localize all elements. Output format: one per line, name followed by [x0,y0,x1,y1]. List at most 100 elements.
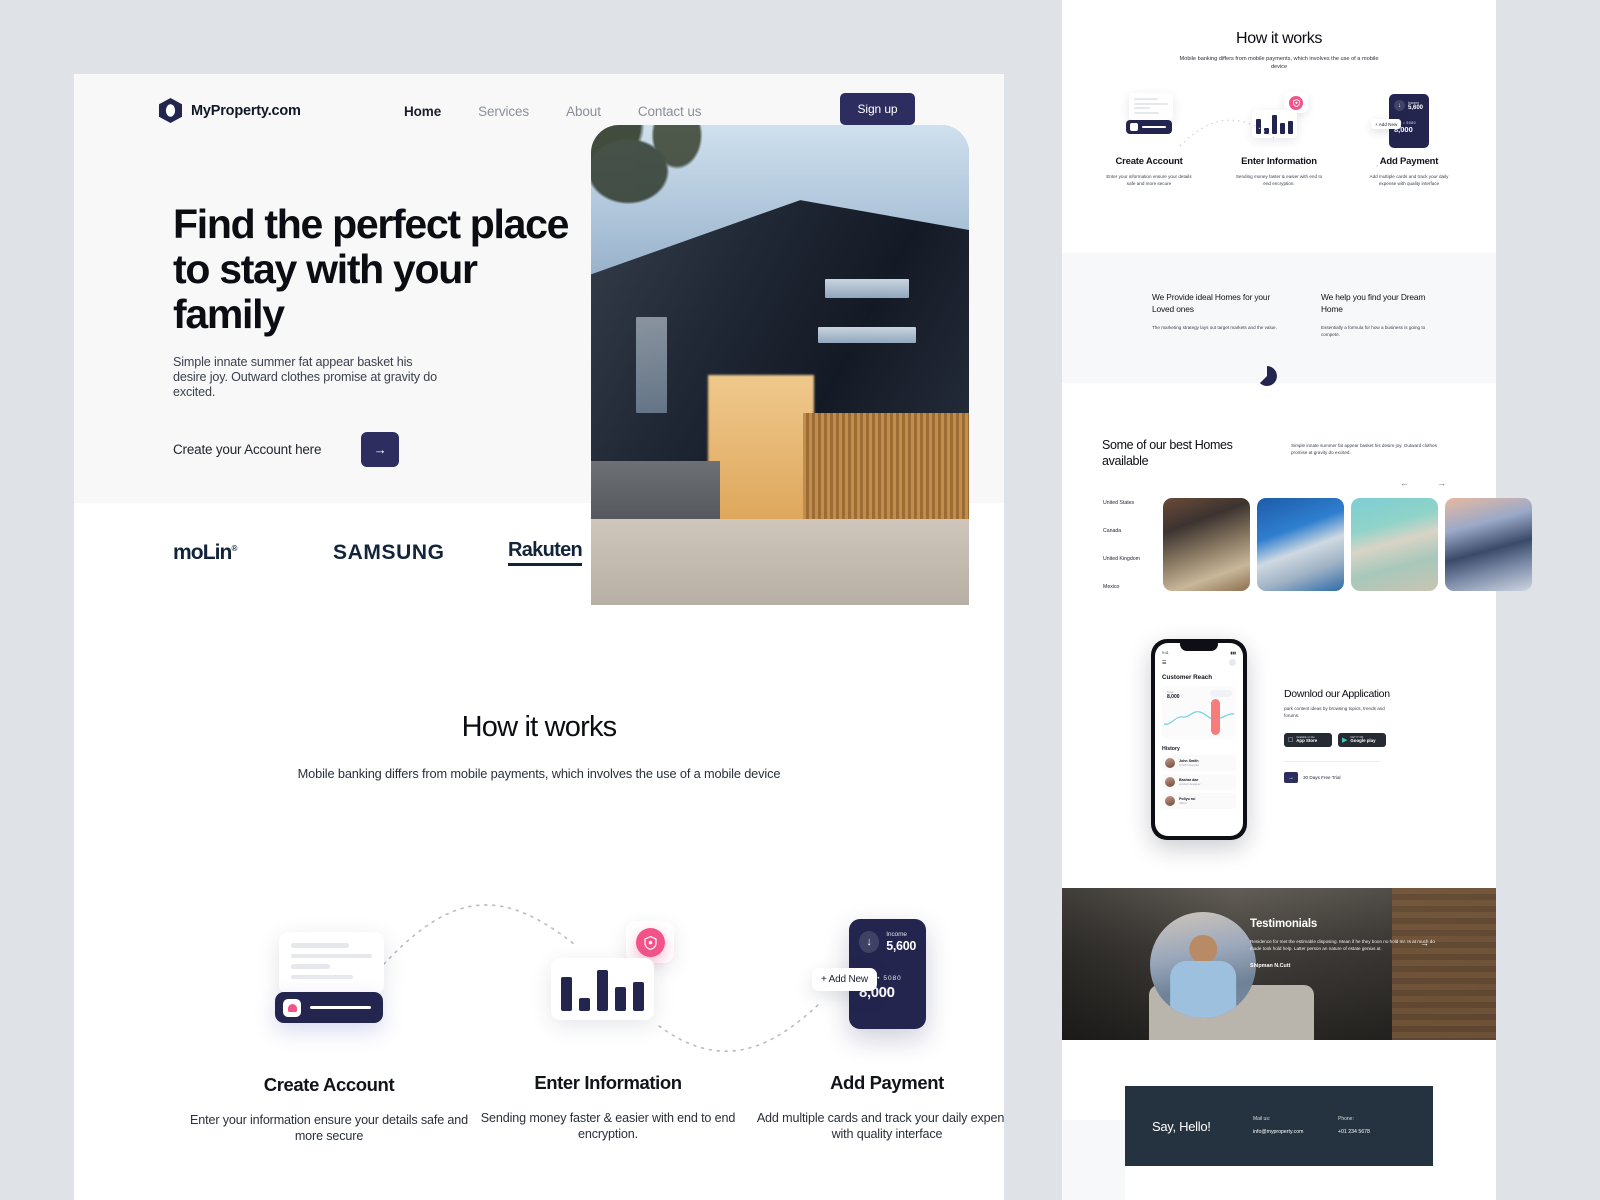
footer-greeting: Say, Hello! [1152,1119,1211,1134]
preview-provide-right-desc: Essentially a formula for how a business… [1321,325,1426,337]
footer-phone-value[interactable]: +01 234 5678 [1338,1129,1370,1135]
brand-logo[interactable]: MyProperty.com [159,98,301,123]
how-it-works-subtitle: Mobile banking differs from mobile payme… [297,766,781,781]
testimonial-content: Testimonials Residence for met the estim… [1250,918,1440,969]
phone-history-row[interactable]: Bashar dae product designer [1162,774,1236,790]
preview-provide-right-title: We help you find your Dream Home [1321,292,1426,314]
nav-item-services[interactable]: Services [478,104,529,119]
how-it-works-steps: Create Account Enter your information en… [74,834,1004,1174]
testimonial-next-icon[interactable]: → [1420,938,1429,948]
how-it-works-title: How it works [461,711,618,743]
preview-step-title: Create Account [1115,156,1183,167]
free-trial-label: 30 Days Free Trial [1303,775,1341,781]
avatar [1165,796,1175,806]
hero-property-image [591,125,969,605]
sign-up-button[interactable]: Sign up [840,93,915,125]
page-title: Find the perfect place to stay with your… [173,201,569,337]
main-page-panel: MyProperty.com Home Services About Conta… [74,74,1004,1200]
preview-provide-left-title: We Provide ideal Homes for your Loved on… [1152,292,1271,314]
google-play-button[interactable]: ▶ GET IT ON Google play [1338,733,1386,748]
phone-history-row[interactable]: Pollyo roi officer [1162,793,1236,809]
phone-notch [1180,643,1218,651]
nav-item-about[interactable]: About [566,104,601,119]
hamburger-menu-icon[interactable]: ☰ [1162,660,1166,666]
app-store-button[interactable]:  Available on theApp Store [1284,733,1332,748]
phone-period-selector[interactable] [1210,690,1232,697]
phone-highlight-bar [1211,699,1220,735]
google-play-icon: ▶ [1342,736,1348,744]
home-thumbnail-apartment[interactable] [1257,498,1344,591]
preview-step-title: Add Payment [1379,156,1439,167]
preview-step-title: Enter Information [1241,156,1317,167]
preview-homes-title: Some of our best Homes available [1102,438,1233,468]
row-role: product designer [1179,782,1201,786]
country-item-united-kingdom[interactable]: United Kingdom [1103,556,1140,562]
arrow-right-icon: → [1284,772,1298,784]
preview-app-download: Downlod our Application park content ide… [1284,688,1474,784]
preview-step-add-payment: Add Payment Add multiple cards and track… [1344,156,1474,187]
arrow-right-icon-button[interactable]: → [361,432,400,467]
country-item-united-states[interactable]: United States [1103,500,1140,506]
store-small-label: GET IT ON [1350,735,1364,739]
phone-line-chart [1163,711,1235,725]
preview-how-it-works: How it works Mobile banking differs from… [1062,0,1496,71]
carousel-prev-icon[interactable]: ← [1400,478,1409,488]
window-glass [817,326,917,344]
step-description: Add multiple cards and track your daily … [756,1111,1004,1141]
status-time: 9:41 [1162,651,1169,655]
preview-step-enter-information: Enter Information Sending money faster &… [1214,156,1344,187]
step-enter-information: Enter Information Sending money faster &… [468,1072,748,1142]
testimonial-quote: Residence for met the estimable disposin… [1250,939,1435,952]
step-description: Enter your information ensure your detai… [190,1113,468,1143]
status-indicators: ▮▮▮ [1230,651,1236,655]
country-item-mexico[interactable]: Mexico [1103,584,1140,590]
step-title: Add Payment [830,1072,944,1093]
divider [1284,761,1380,763]
preview-provide-left-desc: The marketing strategy lays out target m… [1152,325,1277,330]
preview-provide-right: We help you find your Dream Home Essenti… [1321,292,1441,338]
logo-samsung: SAMSUNG [333,540,445,564]
step-title: Enter Information [534,1072,682,1093]
home-thumbnail-building[interactable] [1351,498,1438,591]
footer-mail-value[interactable]: info@myproperty.com [1253,1129,1303,1135]
avatar [1165,758,1175,768]
app-download-desc: park content ideas by browsing topics, t… [1284,706,1385,718]
preview-phone-mockup: 9:41 ▮▮▮ ☰ Customer Reach Total 8,000 Hi… [1151,639,1247,840]
window-glass [825,278,909,298]
home-thumbnail-house[interactable] [1445,498,1532,591]
footer-phone-column: Phone: +01 234 5678 [1338,1116,1370,1135]
footer-phone-label: Phone: [1338,1116,1354,1122]
hexagon-logo-icon [159,98,182,123]
carousel-next-icon[interactable]: → [1437,478,1446,488]
create-account-label: Create your Account here [173,442,322,457]
footer-mail-column: Mail us: info@myproperty.com [1253,1116,1303,1135]
preview-provide-left: We Provide ideal Homes for your Loved on… [1152,292,1282,332]
nav-item-home[interactable]: Home [404,104,441,119]
store-big-label: Google play [1350,738,1376,744]
store-small-label: Available on the [1291,735,1314,739]
phone-chart-card: Total 8,000 [1162,686,1236,739]
hero-cta: Create your Account here → [173,432,400,467]
preview-step-description: Add multiple cards and track your daily … [1369,174,1449,186]
home-thumbnail-interior[interactable] [1163,498,1250,591]
logo-molin: moLin® [173,540,237,564]
avatar [1165,777,1175,787]
app-download-title: Downlod our Application [1284,688,1390,700]
step-add-payment: Add Payment Add multiple cards and track… [747,1072,1004,1142]
preview-country-list: United States Canada United Kingdom Mexi… [1103,500,1140,612]
window-glass [636,317,667,413]
footer-mail-label: Mail us: [1253,1116,1271,1122]
step-description: Sending money faster & easier with end t… [480,1111,736,1141]
main-nav: Home Services About Contact us [404,104,702,119]
free-trial-badge[interactable]: → 30 Days Free Trial [1284,772,1474,784]
preview-step-description: Sending money faster & easier with end t… [1235,174,1323,186]
nav-item-contact-us[interactable]: Contact us [638,104,702,119]
testimonials-title: Testimonials [1250,918,1318,930]
logo-rakuten: Rakuten [508,539,583,566]
phone-title: Customer Reach [1162,674,1213,681]
avatar-head [1189,935,1217,963]
phone-avatar[interactable] [1229,659,1236,666]
country-item-canada[interactable]: Canada [1103,528,1140,534]
hero-subtitle: Simple innate summer fat appear basket h… [173,355,437,399]
phone-history-row[interactable]: John Smith UI/UX Designer [1162,755,1236,771]
